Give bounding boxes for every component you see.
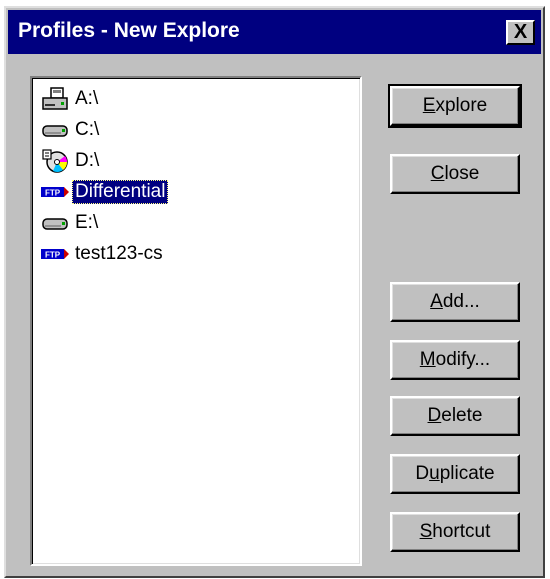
ftp-icon: FTP [40,240,70,268]
hard-drive-icon [40,116,70,144]
list-item-d-drive[interactable]: D:\ [40,146,102,176]
cd-drive-icon [40,147,70,175]
list-item-label: C:\ [75,119,100,140]
duplicate-button[interactable]: Duplicate [390,454,520,494]
window-title: Profiles - New Explore [18,19,240,42]
delete-button[interactable]: Delete [390,396,520,436]
floppy-drive-icon [40,85,70,113]
list-item-differential[interactable]: FTP Differential [40,177,169,207]
list-item-test123-cs[interactable]: FTP test123-cs [40,239,166,269]
hard-drive-icon [40,209,70,237]
shortcut-button[interactable]: Shortcut [390,512,520,552]
list-item-c-drive[interactable]: C:\ [40,115,102,145]
list-item-a-drive[interactable]: A:\ [40,84,101,114]
add-button[interactable]: Add... [390,282,520,322]
ftp-icon: FTP [40,178,70,206]
close-button[interactable]: Close [390,154,520,194]
list-item-label: Differential [72,180,169,204]
svg-text:FTP: FTP [45,250,61,259]
list-item-label: D:\ [75,150,100,171]
svg-text:FTP: FTP [45,188,61,197]
title-bar[interactable]: Profiles - New Explore X [8,10,541,54]
explore-button[interactable]: Explore [388,84,522,128]
close-window-button[interactable]: X [506,20,535,45]
list-item-label: A:\ [75,88,99,109]
modify-button[interactable]: Modify... [390,340,520,380]
list-item-label: test123-cs [75,243,163,264]
list-item-label: E:\ [75,212,99,233]
profiles-dialog: Profiles - New Explore X A:\ C:\ D:\ FTP… [4,6,545,578]
profiles-list[interactable]: A:\ C:\ D:\ FTP Differential E:\ FTP tes… [30,76,362,566]
list-item-e-drive[interactable]: E:\ [40,208,101,238]
